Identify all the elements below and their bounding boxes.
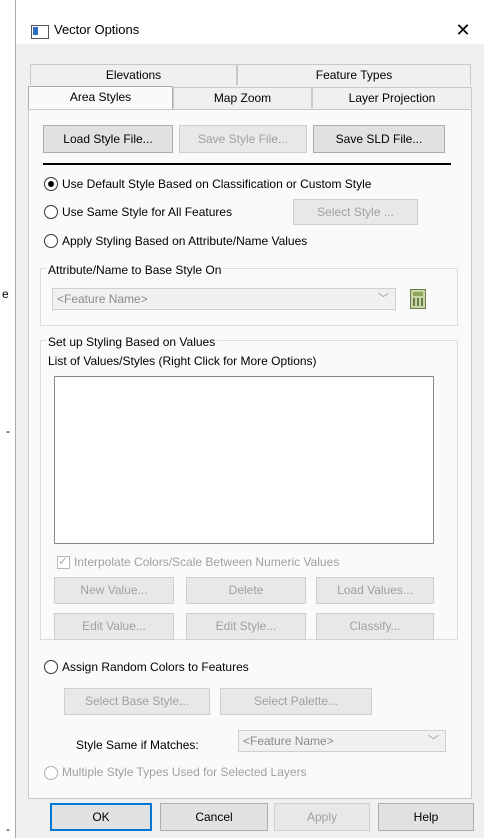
- tab-map-zoom[interactable]: Map Zoom: [173, 87, 312, 108]
- default-style-label: Use Default Style Based on Classificatio…: [62, 177, 372, 191]
- calculator-icon[interactable]: [410, 289, 426, 309]
- edit-style-button[interactable]: Edit Style...: [186, 613, 306, 640]
- radio-default-style[interactable]: [44, 177, 58, 191]
- load-values-button[interactable]: Load Values...: [316, 577, 434, 604]
- delete-button[interactable]: Delete: [186, 577, 306, 604]
- attribute-styling-label: Apply Styling Based on Attribute/Name Va…: [62, 234, 308, 248]
- new-value-button[interactable]: New Value...: [54, 577, 174, 604]
- select-style-button[interactable]: Select Style ...: [293, 199, 418, 225]
- tab-layer-projection[interactable]: Layer Projection: [312, 87, 472, 108]
- chevron-down-icon: ﹀: [428, 735, 439, 747]
- edge-mark: -: [6, 424, 10, 438]
- ok-button[interactable]: OK: [50, 803, 152, 831]
- window-icon: [31, 25, 49, 39]
- attribute-combo[interactable]: <Feature Name> ﹀: [52, 288, 396, 310]
- close-button[interactable]: ✕: [446, 16, 480, 44]
- radio-random-colors[interactable]: [44, 660, 58, 674]
- style-same-combo[interactable]: <Feature Name> ﹀: [238, 730, 446, 752]
- interpolate-checkbox[interactable]: [57, 554, 70, 569]
- save-style-file-button[interactable]: Save Style File...: [179, 125, 307, 153]
- select-palette-button[interactable]: Select Palette...: [220, 688, 372, 715]
- values-group-label: Set up Styling Based on Values: [46, 335, 218, 349]
- save-sld-file-button[interactable]: Save SLD File...: [313, 125, 445, 153]
- radio-attribute-styling[interactable]: [44, 234, 58, 248]
- radio-same-style[interactable]: [44, 205, 58, 219]
- classify-button[interactable]: Classify...: [316, 613, 434, 640]
- values-list-label: List of Values/Styles (Right Click for M…: [48, 354, 317, 368]
- tab-feature-types[interactable]: Feature Types: [237, 64, 471, 85]
- attribute-group-label: Attribute/Name to Base Style On: [46, 263, 224, 277]
- tab-elevations[interactable]: Elevations: [30, 64, 237, 85]
- edge-mark: e: [2, 287, 9, 301]
- same-style-label: Use Same Style for All Features: [62, 205, 233, 219]
- style-same-combo-value: <Feature Name>: [243, 734, 334, 748]
- vector-options-dialog: Vector Options ✕ Elevations Feature Type…: [15, 0, 484, 838]
- radio-multiple-styles[interactable]: [44, 766, 58, 780]
- cancel-button[interactable]: Cancel: [160, 803, 268, 831]
- apply-button[interactable]: Apply: [274, 803, 370, 831]
- chevron-down-icon: ﹀: [378, 293, 389, 305]
- style-same-label: Style Same if Matches:: [76, 738, 199, 752]
- help-button[interactable]: Help: [378, 803, 474, 831]
- values-listbox[interactable]: [54, 376, 434, 544]
- edge-mark: -: [6, 822, 10, 836]
- separator-line: [43, 163, 451, 165]
- edit-value-button[interactable]: Edit Value...: [54, 613, 174, 640]
- interpolate-label: Interpolate Colors/Scale Between Numeric…: [74, 555, 340, 569]
- window-title: Vector Options: [54, 22, 140, 37]
- multiple-styles-label: Multiple Style Types Used for Selected L…: [62, 765, 307, 779]
- title-bar: Vector Options ✕: [16, 0, 484, 44]
- tab-area-styles[interactable]: Area Styles: [28, 86, 173, 109]
- random-colors-label: Assign Random Colors to Features: [62, 660, 249, 674]
- load-style-file-button[interactable]: Load Style File...: [43, 125, 173, 153]
- select-base-style-button[interactable]: Select Base Style...: [64, 688, 210, 715]
- attribute-combo-value: <Feature Name>: [57, 292, 148, 306]
